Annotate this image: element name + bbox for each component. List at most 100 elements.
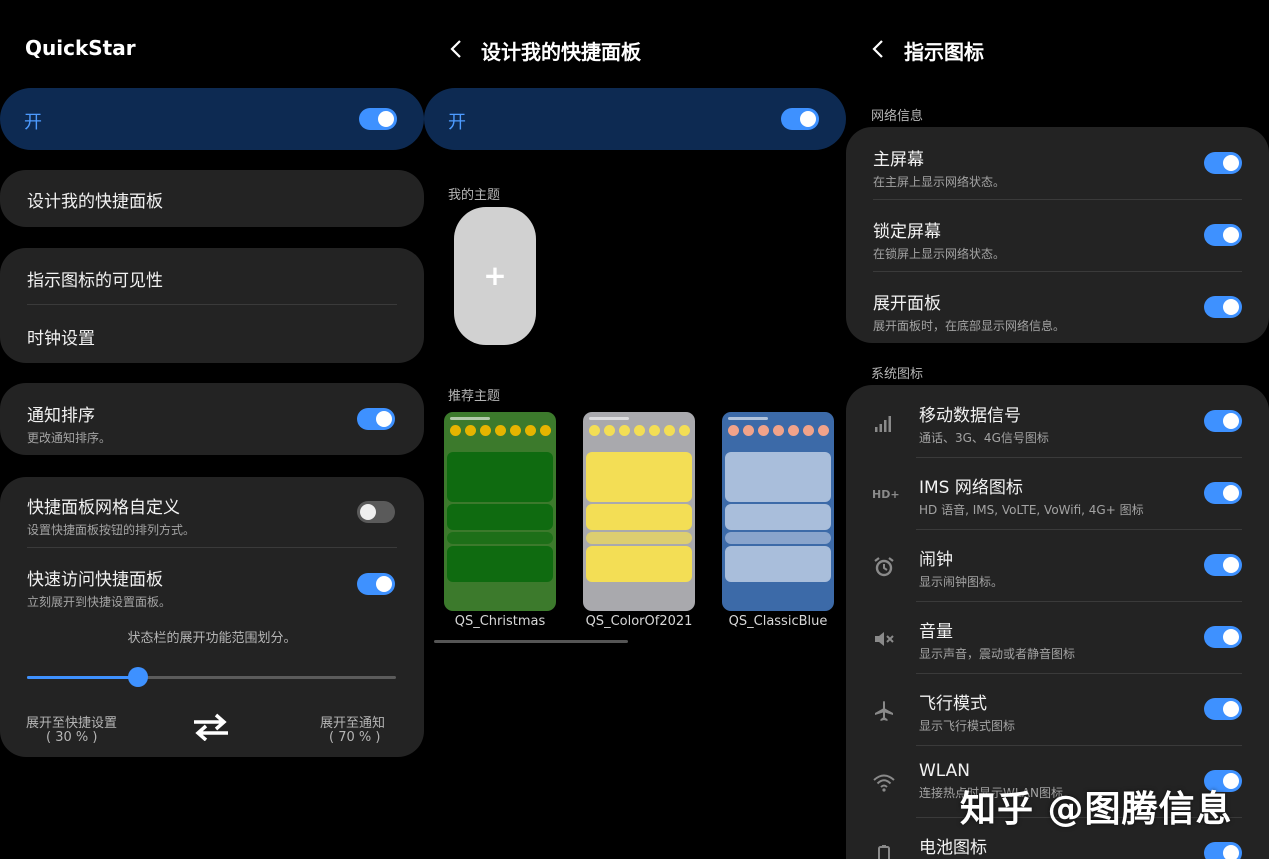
theme-name: QS_ClassicBlue (728, 614, 828, 629)
system-section-header: 系统图标 (871, 367, 924, 382)
network-item-sub: 在锁屏上显示网络状态。 (873, 247, 1006, 261)
back-arrow-icon[interactable] (868, 36, 890, 62)
system-item[interactable]: IMS 网络图标 HD 语音, IMS, VoLTE, VoWifi, 4G+ 图… (919, 473, 1242, 518)
battery-icon (872, 843, 896, 859)
network-item-toggle[interactable] (1204, 152, 1242, 174)
system-item-title: 闹钟 (919, 550, 953, 570)
add-theme-button[interactable]: + (454, 207, 536, 345)
page-title: QuickStar (25, 36, 136, 60)
system-item-toggle[interactable] (1204, 626, 1242, 648)
divider (916, 529, 1242, 530)
quickstar-panel: QuickStar 开 设计我的快捷面板 指示图标的可见性 时钟设置 通知排序 … (0, 0, 424, 859)
system-item-toggle[interactable] (1204, 554, 1242, 576)
my-themes-header: 我的主题 (448, 188, 501, 203)
right-range-percent: ( 70 % ) (329, 730, 381, 745)
system-item-sub: 显示飞行模式图标 (919, 719, 1016, 733)
grid-custom-sub: 设置快捷面板按钮的排列方式。 (27, 523, 196, 537)
master-switch-row[interactable]: 开 (0, 88, 424, 150)
grid-custom-item[interactable]: 快捷面板网格自定义 设置快捷面板按钮的排列方式。 (27, 493, 397, 538)
icon-visibility-item[interactable]: 指示图标的可见性 (27, 266, 397, 291)
quick-access-item[interactable]: 快速访问快捷面板 立刻展开到快捷设置面板。 (27, 565, 397, 610)
notification-sort-toggle[interactable] (357, 408, 395, 430)
design-panel-label: 设计我的快捷面板 (27, 192, 163, 212)
horizontal-scrollbar[interactable] (434, 640, 628, 643)
quick-access-title: 快速访问快捷面板 (27, 570, 163, 590)
hd-plus-icon: HD+ (872, 488, 900, 501)
divider (916, 457, 1242, 458)
clock-settings-item[interactable]: 时钟设置 (27, 324, 397, 349)
indicator-icons-screen: 指示图标 网络信息 主屏幕 在主屏上显示网络状态。锁定屏幕在锁屏上显示网络状态。展… (846, 0, 1269, 859)
divider (873, 199, 1242, 200)
divider (916, 745, 1242, 746)
notification-sort-item[interactable]: 通知排序 更改通知排序。 (0, 383, 424, 455)
system-item-toggle[interactable] (1204, 842, 1242, 859)
network-item-toggle[interactable] (1204, 224, 1242, 246)
system-item-sub: 显示声音，震动或者静音图标 (919, 647, 1076, 661)
mute-icon (872, 627, 896, 651)
master-toggle[interactable] (359, 108, 397, 130)
system-item-title: WLAN (919, 761, 971, 781)
network-item-toggle[interactable] (1204, 296, 1242, 318)
system-item-title: 移动数据信号 (919, 406, 1021, 426)
divider (873, 271, 1242, 272)
system-item-toggle[interactable] (1204, 698, 1242, 720)
quick-access-toggle[interactable] (357, 573, 395, 595)
theme-preview[interactable] (583, 412, 695, 611)
system-item-sub: 通话、3G、4G信号图标 (919, 431, 1049, 445)
theme-preview[interactable] (444, 412, 556, 611)
right-range-label: 展开至通知 (320, 716, 386, 731)
notification-sort-sub: 更改通知排序。 (27, 431, 112, 445)
network-card: 主屏幕 在主屏上显示网络状态。锁定屏幕在锁屏上显示网络状态。展开面板展开面板时，在… (846, 127, 1269, 343)
master-switch-row[interactable]: 开 (424, 88, 846, 150)
network-item-title: 主屏幕 (873, 150, 924, 170)
master-switch-label: 开 (24, 112, 42, 133)
system-item-title: 飞行模式 (919, 694, 987, 714)
system-item[interactable]: 飞行模式显示飞行模式图标 (919, 689, 1242, 734)
system-item[interactable]: 闹钟 显示闹钟图标。 (919, 545, 1242, 590)
split-caption: 状态栏的展开功能范围划分。 (127, 631, 297, 646)
page-title: 指示图标 (904, 40, 984, 64)
system-item[interactable]: 移动数据信号通话、3G、4G信号图标 (919, 401, 1242, 446)
left-range-percent: ( 30 % ) (46, 730, 98, 745)
system-item[interactable]: 电池图标 (919, 833, 1242, 858)
page-title: 设计我的快捷面板 (481, 40, 641, 64)
wifi-icon (872, 771, 896, 795)
divider (27, 304, 397, 305)
airplane-icon (872, 699, 896, 723)
split-slider[interactable] (27, 667, 396, 687)
quick-access-sub: 立刻展开到快捷设置面板。 (27, 595, 172, 609)
network-item-title: 展开面板 (873, 294, 941, 314)
divider (916, 673, 1242, 674)
swap-icon[interactable] (192, 713, 230, 742)
notification-sort-title: 通知排序 (27, 406, 95, 426)
network-item[interactable]: 展开面板展开面板时，在底部显示网络信息。 (873, 289, 1242, 334)
design-panel-screen: 设计我的快捷面板 开 我的主题 + 推荐主题 QS_Christmas QS_Co… (424, 0, 846, 859)
system-item-title: IMS 网络图标 (919, 478, 1023, 498)
system-item-sub: HD 语音, IMS, VoLTE, VoWifi, 4G+ 图标 (919, 503, 1144, 517)
grid-custom-toggle[interactable] (357, 501, 395, 523)
alarm-icon (872, 555, 896, 579)
recommended-themes-header: 推荐主题 (448, 389, 501, 404)
icon-visibility-label: 指示图标的可见性 (27, 271, 163, 291)
back-arrow-icon[interactable] (446, 36, 468, 62)
theme-name: QS_Christmas (454, 614, 546, 629)
system-item-toggle[interactable] (1204, 410, 1242, 432)
split-slider-fill (27, 676, 138, 679)
design-panel-item[interactable]: 设计我的快捷面板 (0, 170, 424, 227)
divider (916, 601, 1242, 602)
master-switch-label: 开 (448, 112, 466, 133)
network-item[interactable]: 主屏幕 在主屏上显示网络状态。 (873, 145, 1242, 190)
network-section-header: 网络信息 (871, 109, 924, 124)
plus-icon: + (483, 259, 507, 292)
network-item-sub: 展开面板时，在底部显示网络信息。 (873, 319, 1066, 333)
system-item[interactable]: 音量 显示声音，震动或者静音图标 (919, 617, 1242, 662)
system-item-toggle[interactable] (1204, 482, 1242, 504)
system-item-sub: 显示闹钟图标。 (919, 575, 1004, 589)
theme-preview[interactable] (722, 412, 834, 611)
master-toggle[interactable] (781, 108, 819, 130)
split-slider-thumb[interactable] (127, 667, 148, 687)
network-item-title: 锁定屏幕 (873, 222, 941, 242)
left-range-label: 展开至快捷设置 (26, 716, 118, 731)
icon-clock-card: 指示图标的可见性 时钟设置 (0, 248, 424, 363)
network-item[interactable]: 锁定屏幕在锁屏上显示网络状态。 (873, 217, 1242, 262)
